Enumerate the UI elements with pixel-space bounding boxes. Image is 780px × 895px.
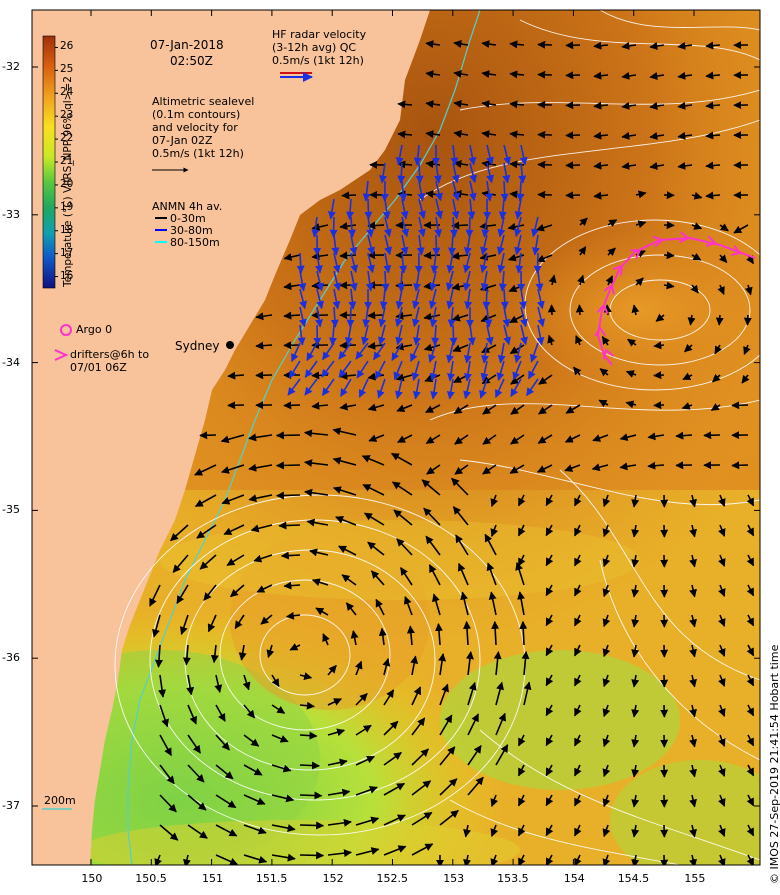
x-tick-label: 151.5 [256, 872, 288, 885]
x-tick-label: 152 [323, 872, 344, 885]
velocity-arrow [453, 325, 454, 345]
velocity-arrow [706, 105, 720, 106]
velocity-arrow [277, 495, 300, 496]
isobath-label: 200m [44, 794, 76, 807]
velocity-arrow [279, 525, 300, 526]
velocity-arrow [340, 345, 356, 346]
velocity-arrow [504, 181, 505, 201]
velocity-arrow [566, 45, 580, 46]
y-tick-label: -35 [2, 503, 20, 516]
velocity-arrow [520, 181, 521, 201]
argo-label: Argo 0 [76, 323, 112, 336]
velocity-arrow [300, 765, 319, 766]
velocity-arrow [300, 855, 323, 856]
colorbar-tick-label: 23 [60, 109, 73, 121]
velocity-arrow [342, 195, 356, 196]
ocean-map: 07-Jan-2018 02:50Z Altimetric sealevel (… [0, 0, 780, 890]
velocity-arrow [566, 135, 580, 136]
colorbar-tick-label: 20 [60, 178, 73, 190]
velocity-arrow [424, 255, 440, 256]
velocity-arrow [706, 165, 720, 166]
velocity-arrow [706, 195, 720, 196]
y-tick-label: -34 [2, 356, 20, 369]
map-time: 02:50Z [170, 54, 213, 68]
velocity-arrow [282, 555, 300, 556]
velocity-arrow [469, 217, 470, 237]
y-tick-label: -33 [2, 208, 20, 221]
velocity-arrow [419, 163, 420, 183]
hf-radar-legend: HF radar velocity (3-12h avg) QC 0.5m/s … [272, 28, 366, 67]
velocity-arrow [284, 585, 300, 586]
velocity-arrow [385, 271, 386, 291]
colorbar-tick-label: 17 [60, 247, 73, 259]
velocity-arrow [747, 315, 748, 325]
velocity-arrow [579, 305, 580, 315]
x-tick-label: 153 [443, 872, 464, 885]
colorbar-tick-label: 22 [60, 132, 73, 144]
velocity-arrow [312, 375, 328, 376]
altimetric-legend: Altimetric sealevel (0.1m contours) and … [152, 95, 254, 160]
x-tick-label: 154 [564, 872, 585, 885]
velocity-arrow [537, 253, 538, 273]
velocity-arrow [333, 217, 334, 237]
sydney-marker [226, 341, 234, 349]
anmn-item-80-150m: 80-150m [170, 236, 220, 249]
velocity-arrow [664, 255, 674, 256]
x-tick-label: 155 [684, 872, 705, 885]
x-tick-label: 150.5 [135, 872, 167, 885]
velocity-arrow [401, 163, 402, 183]
velocity-arrow [566, 195, 580, 196]
velocity-arrow [300, 825, 323, 826]
colorbar-tick-label: 18 [60, 224, 73, 236]
velocity-arrow [654, 345, 664, 346]
map-date: 07-Jan-2018 [150, 38, 224, 52]
velocity-arrow [706, 75, 720, 76]
x-tick-label: 153.5 [497, 872, 529, 885]
velocity-arrow [284, 315, 300, 316]
velocity-arrow [654, 375, 664, 376]
velocity-arrow [350, 307, 351, 327]
velocity-arrow [368, 199, 369, 219]
velocity-arrow [486, 289, 487, 309]
velocity-arrow [277, 465, 300, 466]
velocity-arrow [300, 735, 317, 736]
colorbar [43, 36, 55, 288]
x-tick-label: 152.5 [377, 872, 409, 885]
velocity-arrow [277, 435, 300, 436]
colorbar-tick-label: 16 [60, 270, 73, 282]
velocity-arrow [706, 45, 720, 46]
velocity-arrow [300, 795, 322, 796]
velocity-arrow [732, 465, 748, 466]
velocity-arrow [368, 315, 384, 316]
sst-field [0, 10, 780, 880]
velocity-arrow [719, 315, 720, 325]
y-tick-label: -32 [2, 60, 20, 73]
drifters-label: drifters@6h to 07/01 06Z [70, 348, 149, 374]
velocity-arrow [284, 405, 300, 406]
x-tick-label: 150 [81, 872, 102, 885]
city-label-sydney: Sydney [175, 339, 219, 353]
velocity-arrow [340, 255, 356, 256]
velocity-arrow [436, 235, 437, 255]
y-tick-label: -36 [2, 651, 20, 664]
velocity-arrow [566, 75, 580, 76]
colorbar-tick-label: 25 [60, 63, 73, 75]
colorbar-tick-label: 24 [60, 86, 73, 98]
x-tick-label: 151 [202, 872, 223, 885]
map-canvas [0, 0, 780, 890]
y-tick-label: -37 [2, 799, 20, 812]
velocity-arrow [256, 345, 272, 346]
colorbar-tick-label: 19 [60, 201, 73, 213]
colorbar-tick-label: 21 [60, 155, 73, 167]
velocity-arrow [523, 622, 524, 645]
velocity-arrow [706, 135, 720, 136]
velocity-arrow [300, 253, 301, 273]
colorbar-tick-label: 26 [60, 40, 73, 52]
velocity-arrow [396, 285, 412, 286]
velocity-arrow [368, 225, 384, 226]
velocity-arrow [566, 105, 580, 106]
x-tick-label: 154.5 [618, 872, 650, 885]
velocity-arrow [566, 165, 580, 166]
credit-text: © IMOS 27-Sep-2019 21:41:54 Hobart time [768, 645, 780, 884]
